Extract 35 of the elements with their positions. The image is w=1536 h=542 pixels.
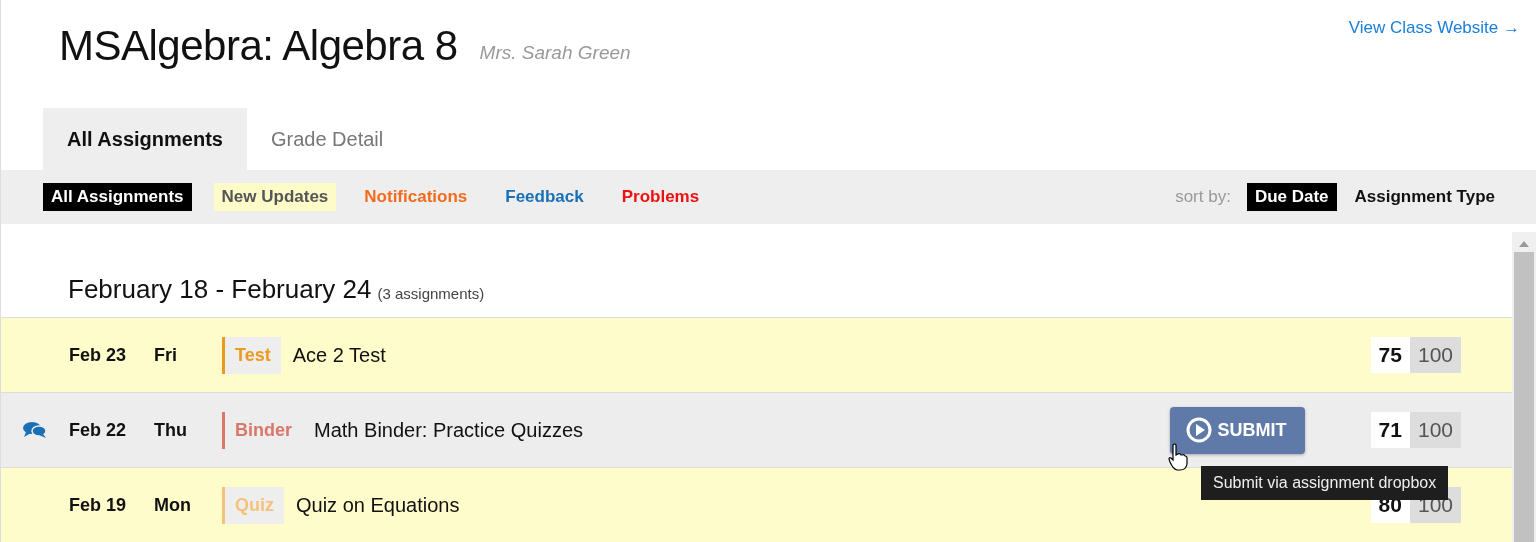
- filter-button[interactable]: All Assignments: [43, 183, 192, 211]
- assignment-title[interactable]: Ace 2 Test: [292, 343, 1371, 367]
- tab[interactable]: All Assignments: [43, 108, 247, 170]
- scrollbar[interactable]: [1512, 232, 1536, 542]
- hand-cursor-icon: [1167, 443, 1189, 471]
- due-date: Feb 22: [69, 419, 128, 441]
- due-day: Fri: [154, 344, 222, 366]
- filter-button[interactable]: Feedback: [497, 183, 592, 211]
- max-score: 100: [1409, 337, 1461, 373]
- tooltip: Submit via assignment dropbox: [1201, 466, 1449, 500]
- sort-label: sort by:: [1175, 187, 1231, 207]
- course-title: MSAlgebra: Algebra 8: [59, 22, 458, 70]
- due-date: Feb 23: [69, 344, 128, 366]
- assignment-title[interactable]: Math Binder: Practice Quizzes: [314, 418, 1170, 442]
- scroll-up-icon[interactable]: [1518, 240, 1530, 248]
- assignment-count: (3 assignments): [377, 285, 485, 304]
- submit-button[interactable]: SUBMIT: [1169, 406, 1305, 454]
- type-tag: Binder: [222, 411, 302, 449]
- class-website-link[interactable]: View Class Website →: [1348, 18, 1520, 38]
- type-tag: Test: [222, 336, 281, 374]
- scroll-thumb[interactable]: [1514, 252, 1534, 542]
- assignment-row[interactable]: Feb 23 Fri Test Ace 2 Test 75 100: [1, 317, 1512, 392]
- teacher-name: Mrs. Sarah Green: [479, 42, 631, 64]
- week-heading: February 18 - February 24: [68, 274, 372, 305]
- tab[interactable]: Grade Detail: [246, 108, 408, 170]
- due-day: Thu: [154, 419, 222, 441]
- sort-option[interactable]: Due Date: [1246, 183, 1337, 211]
- filter-button[interactable]: Problems: [613, 183, 708, 211]
- sort-option[interactable]: Assignment Type: [1346, 183, 1503, 211]
- play-icon: [1185, 417, 1212, 443]
- score: 71: [1370, 412, 1410, 448]
- max-score: 100: [1409, 412, 1461, 448]
- filter-button[interactable]: New Updates: [213, 183, 337, 211]
- type-tag: Quiz: [222, 486, 284, 524]
- score: 75: [1370, 337, 1410, 373]
